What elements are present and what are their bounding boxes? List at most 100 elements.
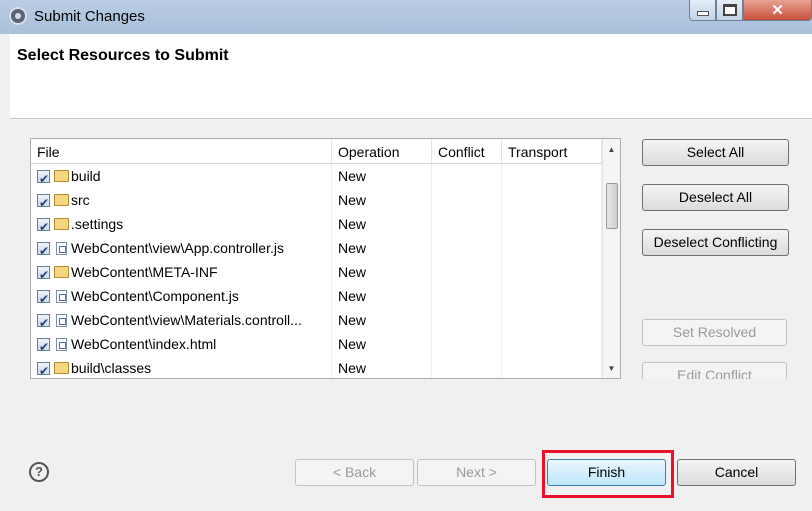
file-name: .settings bbox=[71, 216, 124, 232]
window-title: Submit Changes bbox=[34, 8, 145, 25]
folder-icon bbox=[54, 194, 69, 206]
file-name: WebContent\index.html bbox=[71, 336, 217, 352]
cell-transport bbox=[502, 356, 602, 378]
edit-conflict-button[interactable]: Edit Conflict bbox=[642, 362, 787, 379]
cell-transport bbox=[502, 188, 602, 212]
file-name: WebContent\view\Materials.controll... bbox=[71, 312, 302, 328]
cell-file: WebContent\view\Materials.controll... bbox=[31, 308, 332, 332]
column-header-operation[interactable]: Operation bbox=[332, 139, 432, 163]
wizard-header: Select Resources to Submit bbox=[10, 34, 812, 119]
file-name: build bbox=[71, 168, 101, 184]
cell-transport bbox=[502, 332, 602, 356]
row-checkbox[interactable] bbox=[37, 191, 50, 212]
minimize-button[interactable] bbox=[689, 0, 716, 21]
set-resolved-button[interactable]: Set Resolved bbox=[642, 319, 787, 346]
cell-conflict bbox=[432, 284, 502, 308]
file-icon bbox=[56, 289, 67, 303]
cell-conflict bbox=[432, 308, 502, 332]
column-header-file[interactable]: File bbox=[31, 139, 332, 163]
resources-table: File Operation Conflict Transport build N… bbox=[30, 138, 621, 379]
vertical-scrollbar[interactable]: ▲ ▼ bbox=[602, 139, 620, 378]
file-icon bbox=[56, 337, 67, 351]
table-row[interactable]: WebContent\view\App.controller.js New bbox=[31, 236, 603, 260]
cell-operation: New bbox=[332, 236, 432, 260]
close-icon: ✕ bbox=[771, 2, 784, 19]
cell-conflict bbox=[432, 236, 502, 260]
scroll-up-icon[interactable]: ▲ bbox=[603, 141, 620, 158]
page-title: Select Resources to Submit bbox=[17, 47, 229, 64]
table-header: File Operation Conflict Transport bbox=[31, 139, 603, 164]
table-row[interactable]: WebContent\view\Materials.controll... New bbox=[31, 308, 603, 332]
cell-conflict bbox=[432, 356, 502, 378]
row-checkbox[interactable] bbox=[37, 287, 50, 308]
cell-file: WebContent\Component.js bbox=[31, 284, 332, 308]
minimize-icon bbox=[696, 10, 709, 16]
table-row[interactable]: .settings New bbox=[31, 212, 603, 236]
file-name: WebContent\view\App.controller.js bbox=[71, 240, 284, 256]
close-button[interactable]: ✕ bbox=[743, 0, 812, 21]
file-name: src bbox=[71, 192, 90, 208]
window-controls: ✕ bbox=[689, 0, 812, 22]
row-checkbox[interactable] bbox=[37, 311, 50, 332]
deselect-all-button[interactable]: Deselect All bbox=[642, 184, 789, 211]
row-checkbox[interactable] bbox=[37, 359, 50, 378]
cell-conflict bbox=[432, 332, 502, 356]
folder-icon bbox=[54, 218, 69, 230]
table-row[interactable]: build New bbox=[31, 164, 603, 188]
table-row[interactable]: WebContent\META-INF New bbox=[31, 260, 603, 284]
cell-operation: New bbox=[332, 332, 432, 356]
cell-operation: New bbox=[332, 188, 432, 212]
cell-operation: New bbox=[332, 284, 432, 308]
table-row[interactable]: WebContent\Component.js New bbox=[31, 284, 603, 308]
cell-operation: New bbox=[332, 212, 432, 236]
row-checkbox[interactable] bbox=[37, 335, 50, 356]
finish-highlight-box bbox=[542, 450, 674, 498]
folder-icon bbox=[54, 266, 69, 278]
table-body: buildNewsrcNew.settingsNewWebContent\vie… bbox=[31, 164, 603, 378]
row-checkbox[interactable] bbox=[37, 239, 50, 260]
column-header-transport[interactable]: Transport bbox=[502, 139, 602, 163]
cell-file: WebContent\index.html bbox=[31, 332, 332, 356]
cell-transport bbox=[502, 284, 602, 308]
file-name: WebContent\META-INF bbox=[71, 264, 218, 280]
folder-icon bbox=[54, 362, 69, 374]
maximize-icon bbox=[722, 4, 737, 16]
row-checkbox[interactable] bbox=[37, 263, 50, 284]
scroll-down-icon[interactable]: ▼ bbox=[603, 360, 620, 377]
cell-transport bbox=[502, 164, 602, 188]
cell-conflict bbox=[432, 188, 502, 212]
help-icon[interactable]: ? bbox=[29, 462, 49, 482]
column-header-conflict[interactable]: Conflict bbox=[432, 139, 502, 163]
cell-conflict bbox=[432, 260, 502, 284]
file-name: WebContent\Component.js bbox=[71, 288, 239, 304]
scrollbar-thumb[interactable] bbox=[606, 183, 618, 229]
cell-file: WebContent\view\App.controller.js bbox=[31, 236, 332, 260]
cell-file: src bbox=[31, 188, 332, 212]
select-all-button[interactable]: Select All bbox=[642, 139, 789, 166]
edit-conflict-clip: Edit Conflict bbox=[642, 362, 789, 379]
file-icon bbox=[56, 313, 67, 327]
cell-file: build\classes bbox=[31, 356, 332, 378]
cell-conflict bbox=[432, 164, 502, 188]
table-row[interactable]: src New bbox=[31, 188, 603, 212]
row-checkbox[interactable] bbox=[37, 215, 50, 236]
back-button[interactable]: < Back bbox=[295, 459, 414, 486]
cell-operation: New bbox=[332, 308, 432, 332]
cell-conflict bbox=[432, 212, 502, 236]
cell-operation: New bbox=[332, 356, 432, 378]
app-icon bbox=[9, 7, 27, 25]
cell-file: .settings bbox=[31, 212, 332, 236]
cell-transport bbox=[502, 212, 602, 236]
cell-transport bbox=[502, 308, 602, 332]
folder-icon bbox=[54, 170, 69, 182]
next-button[interactable]: Next > bbox=[417, 459, 536, 486]
row-checkbox[interactable] bbox=[37, 167, 50, 188]
table-row[interactable]: build\classes New bbox=[31, 356, 603, 378]
cell-transport bbox=[502, 236, 602, 260]
table-row[interactable]: WebContent\index.html New bbox=[31, 332, 603, 356]
file-name: build\classes bbox=[71, 360, 152, 376]
cell-transport bbox=[502, 260, 602, 284]
deselect-conflicting-button[interactable]: Deselect Conflicting bbox=[642, 229, 789, 256]
cancel-button[interactable]: Cancel bbox=[677, 459, 796, 486]
maximize-button[interactable] bbox=[716, 0, 743, 21]
